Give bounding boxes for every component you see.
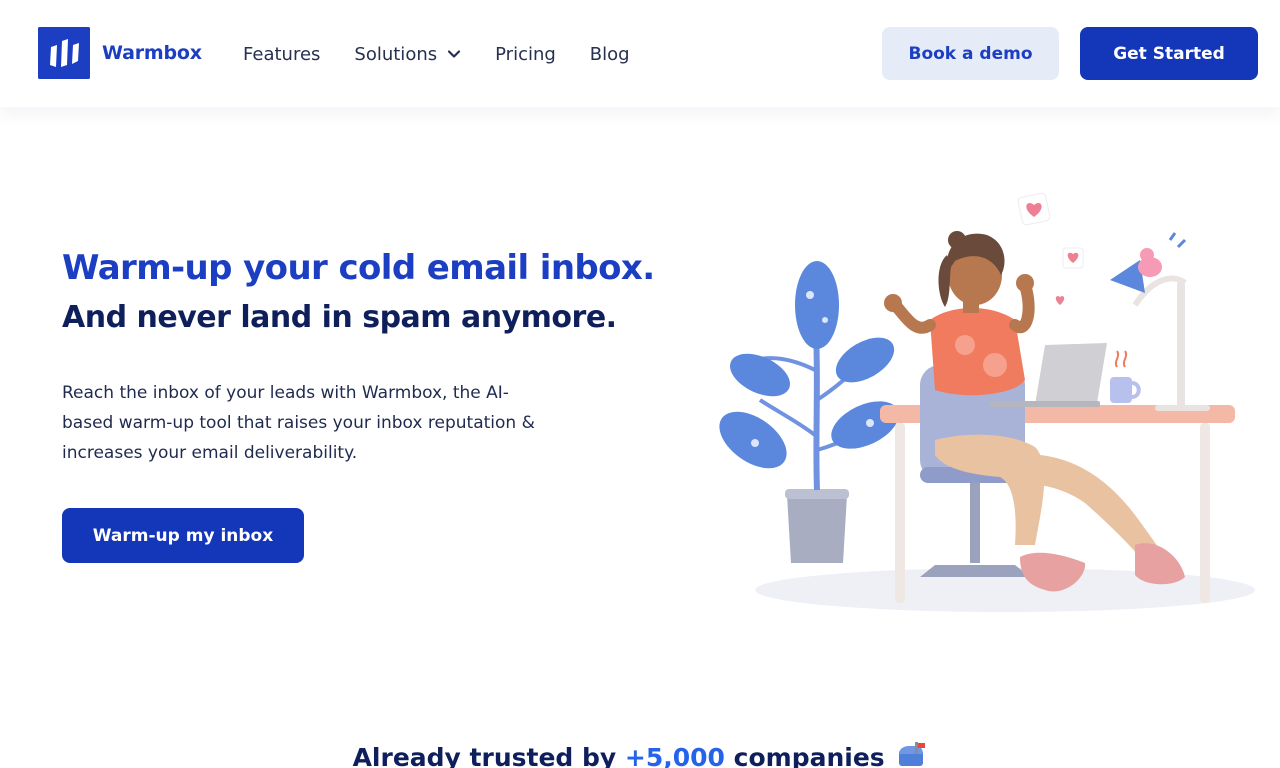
- nav-item-solutions-label: Solutions: [354, 43, 438, 65]
- main-nav: Features Solutions Pricing Blog: [243, 40, 664, 68]
- trusted-prefix: Already trusted by: [352, 743, 617, 768]
- hero-description: Reach the inbox of your leads with Warmb…: [62, 383, 535, 463]
- hero-subtitle: And never land in spam anymore.: [62, 300, 617, 335]
- get-started-button[interactable]: Get Started: [1080, 27, 1258, 80]
- nav-item-blog[interactable]: Blog: [590, 40, 630, 68]
- hero-title: Warm-up your cold email inbox.: [62, 248, 655, 288]
- mailbox-icon: [899, 742, 926, 766]
- nav-item-solutions[interactable]: Solutions: [354, 40, 461, 68]
- brand-logo-link[interactable]: Warmbox: [38, 27, 202, 79]
- hero-illustration: [719, 192, 1255, 612]
- brand-name: Warmbox: [102, 42, 202, 64]
- book-demo-button[interactable]: Book a demo: [882, 27, 1059, 80]
- trusted-by-heading: Already trusted by +5,000 companies: [0, 742, 1280, 768]
- nav-item-pricing[interactable]: Pricing: [495, 40, 556, 68]
- trusted-count: +5,000: [624, 743, 725, 768]
- site-header: Warmbox Features Solutions Pricing Blog …: [0, 0, 1280, 107]
- warm-up-inbox-button[interactable]: Warm-up my inbox: [62, 508, 304, 563]
- plant-icon: [719, 261, 899, 563]
- nav-item-features[interactable]: Features: [243, 40, 320, 68]
- trusted-suffix: companies: [733, 743, 885, 768]
- warmbox-logo-icon: [38, 27, 90, 79]
- chevron-down-icon: [448, 50, 461, 58]
